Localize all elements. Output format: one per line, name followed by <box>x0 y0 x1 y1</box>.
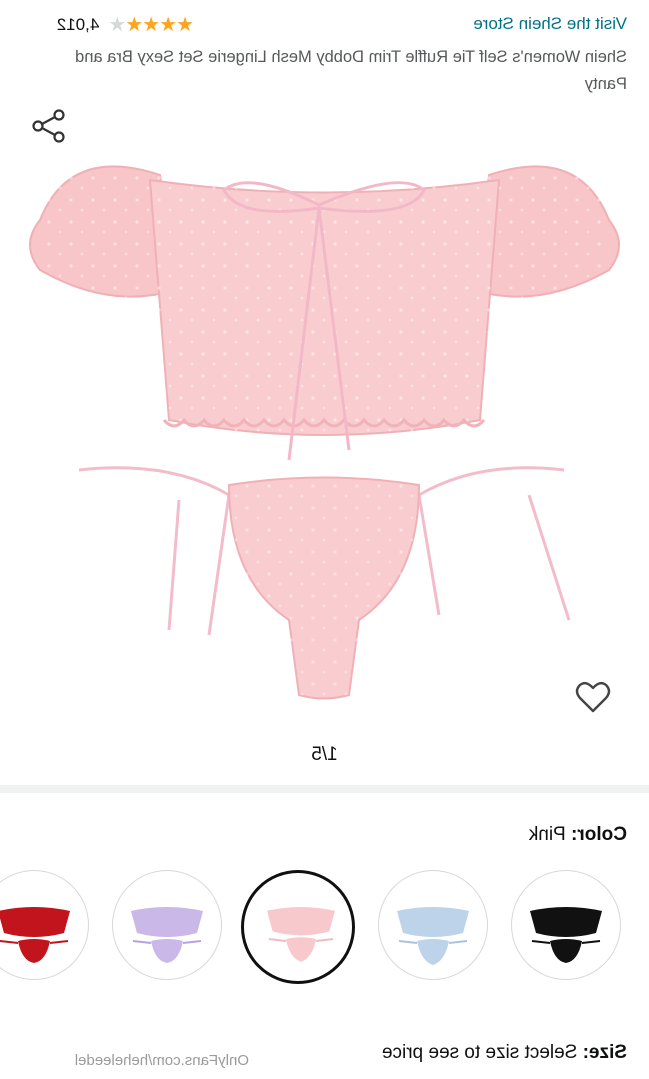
product-title: Shein Women's Self Tie Ruffle Trim Dobby… <box>75 48 627 93</box>
product-image[interactable] <box>0 150 649 720</box>
color-swatch-lavender[interactable] <box>112 870 222 980</box>
share-icon[interactable] <box>31 108 65 144</box>
color-swatch-black[interactable] <box>511 870 621 980</box>
store-link[interactable]: Visit the Shein Store <box>473 14 627 34</box>
swatch-thumbnail <box>267 907 335 962</box>
swatch-thumbnail <box>530 907 602 963</box>
watermark-text: OnlyFans.com/heheleedel <box>74 1052 249 1069</box>
color-value: Pink <box>528 824 566 845</box>
size-label: Size: <box>582 1042 627 1063</box>
mirrored-screen: Visit the Shein Store ★★★★★ 4,012 Shein … <box>0 0 649 1079</box>
color-swatch-light-blue[interactable] <box>378 870 488 980</box>
wishlist-heart-icon[interactable] <box>575 680 611 714</box>
swatch-thumbnail <box>397 907 469 965</box>
color-label: Color: <box>571 824 627 845</box>
size-selector[interactable]: Size: Select size to see price <box>382 1042 627 1064</box>
swatch-thumbnail <box>131 907 203 963</box>
swatch-thumbnail <box>0 907 70 963</box>
color-swatch-red[interactable] <box>0 870 89 980</box>
rating[interactable]: ★★★★★ 4,012 <box>57 12 194 37</box>
image-counter: 1/5 <box>311 744 338 765</box>
color-selector-label: Color: Pink <box>529 824 627 846</box>
rating-count[interactable]: 4,012 <box>57 15 100 35</box>
star-rating-icon: ★★★★★ <box>109 14 194 36</box>
color-swatch-pink[interactable] <box>241 870 355 984</box>
section-divider <box>0 785 649 793</box>
size-value: Select size to see price <box>381 1042 578 1063</box>
